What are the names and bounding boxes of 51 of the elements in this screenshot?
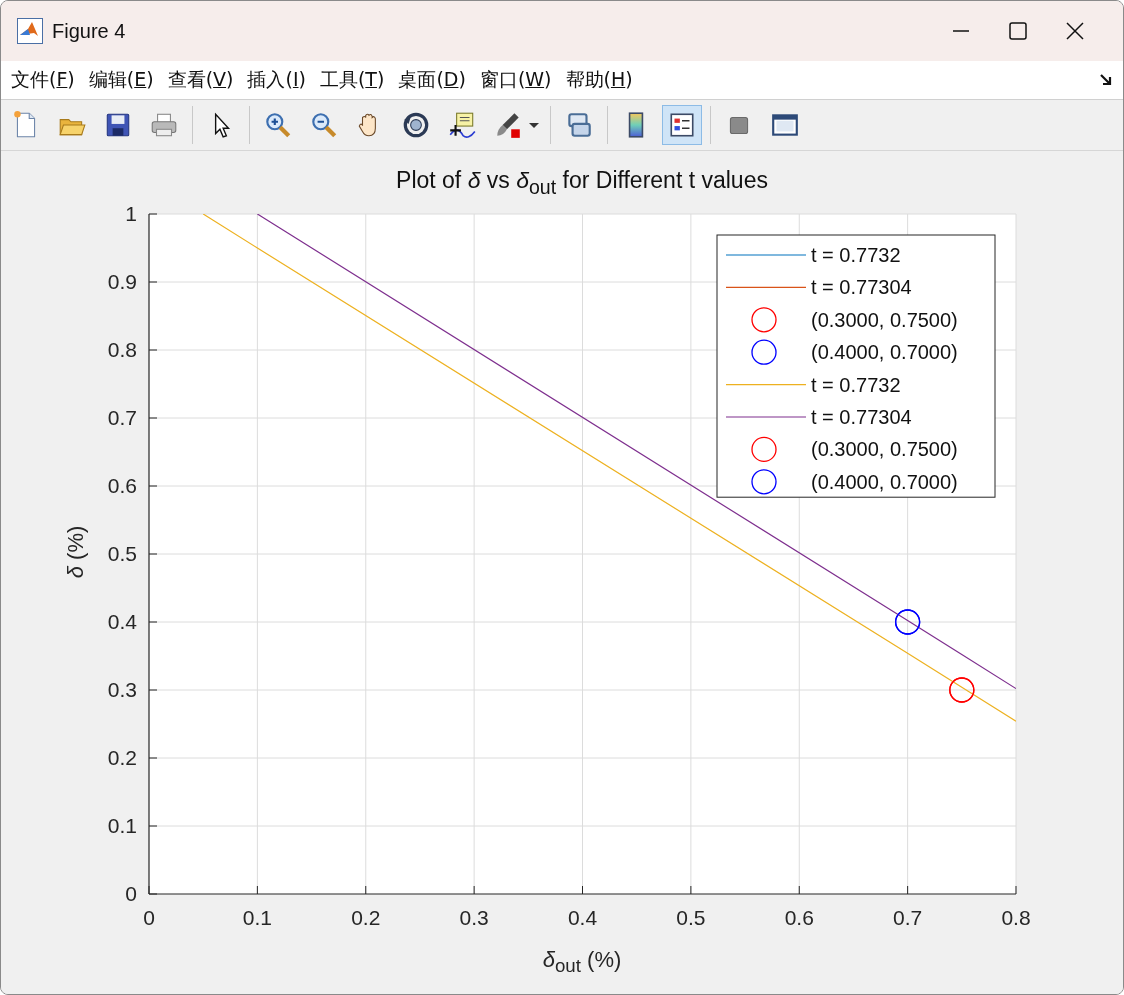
y-tick-label: 0.3 [107, 678, 137, 701]
data-cursor-icon [447, 110, 477, 140]
y-tick-label: 0.5 [107, 542, 137, 565]
legend-label: t = 0.77304 [811, 406, 912, 428]
legend-label: (0.3000, 0.7500) [811, 308, 958, 331]
legend-label: t = 0.7732 [811, 373, 901, 396]
legend-label: (0.4000, 0.7000) [811, 341, 958, 364]
app-logo-icon [17, 18, 43, 44]
x-tick-label: 0.8 [1001, 906, 1031, 929]
legend-label: t = 0.77304 [811, 276, 912, 299]
menu-item[interactable]: 桌面(D) [398, 67, 466, 93]
menu-item[interactable]: 编辑(E) [88, 67, 154, 93]
menu-item[interactable]: 帮助(H) [565, 67, 633, 93]
rotate-icon [401, 110, 431, 140]
x-tick-label: 0.7 [893, 906, 923, 929]
y-axis-label: δ (%) [63, 524, 89, 581]
x-axis-label: δ$_{out}$ (%) [541, 947, 623, 978]
menu-item[interactable]: 文件(F) [11, 67, 75, 93]
y-tick-label: 0.9 [107, 270, 137, 293]
menu-item[interactable]: 窗口(W) [479, 67, 552, 93]
window-title: Figure 4 [52, 19, 126, 43]
chart-title: Plot of δ vs δ$_{out}$ for Different t values [395, 167, 769, 199]
legend-label: (0.4000, 0.7000) [811, 470, 958, 493]
menu-item[interactable]: 查看(V) [167, 67, 234, 93]
maximize-icon[interactable] [1008, 21, 1028, 41]
y-tick-label: 0.7 [107, 406, 137, 429]
dropdown-caret-icon [529, 122, 539, 128]
menu-item[interactable]: 工具(T) [319, 67, 385, 93]
legend-icon [667, 110, 697, 140]
legend-label: (0.3000, 0.7500) [811, 438, 958, 461]
x-tick-label: 0.2 [351, 906, 381, 929]
x-tick-label: 0.6 [784, 906, 814, 929]
x-tick-label: 0.3 [459, 906, 489, 929]
zoom-out-icon [309, 110, 339, 140]
y-tick-label: 1 [125, 202, 137, 225]
x-tick-label: 0.5 [676, 906, 706, 929]
zoom-in-icon [263, 110, 293, 140]
y-tick-label: 0.1 [107, 814, 137, 837]
close-icon[interactable] [1065, 21, 1085, 41]
legend-button[interactable] [662, 105, 702, 145]
y-tick-label: 0.6 [107, 474, 137, 497]
arrow-icon[interactable] [1099, 73, 1113, 87]
menu-item[interactable]: 插入(I) [247, 67, 306, 93]
y-tick-label: 0.2 [107, 746, 137, 769]
y-tick-label: 0.8 [107, 338, 137, 361]
legend-label: t = 0.7732 [811, 244, 901, 266]
x-tick-label: 0.4 [567, 906, 598, 929]
y-tick-label: 0 [125, 882, 137, 905]
x-tick-label: 0 [143, 906, 155, 929]
x-tick-label: 0.1 [242, 906, 272, 929]
y-tick-label: 0.4 [107, 610, 137, 633]
